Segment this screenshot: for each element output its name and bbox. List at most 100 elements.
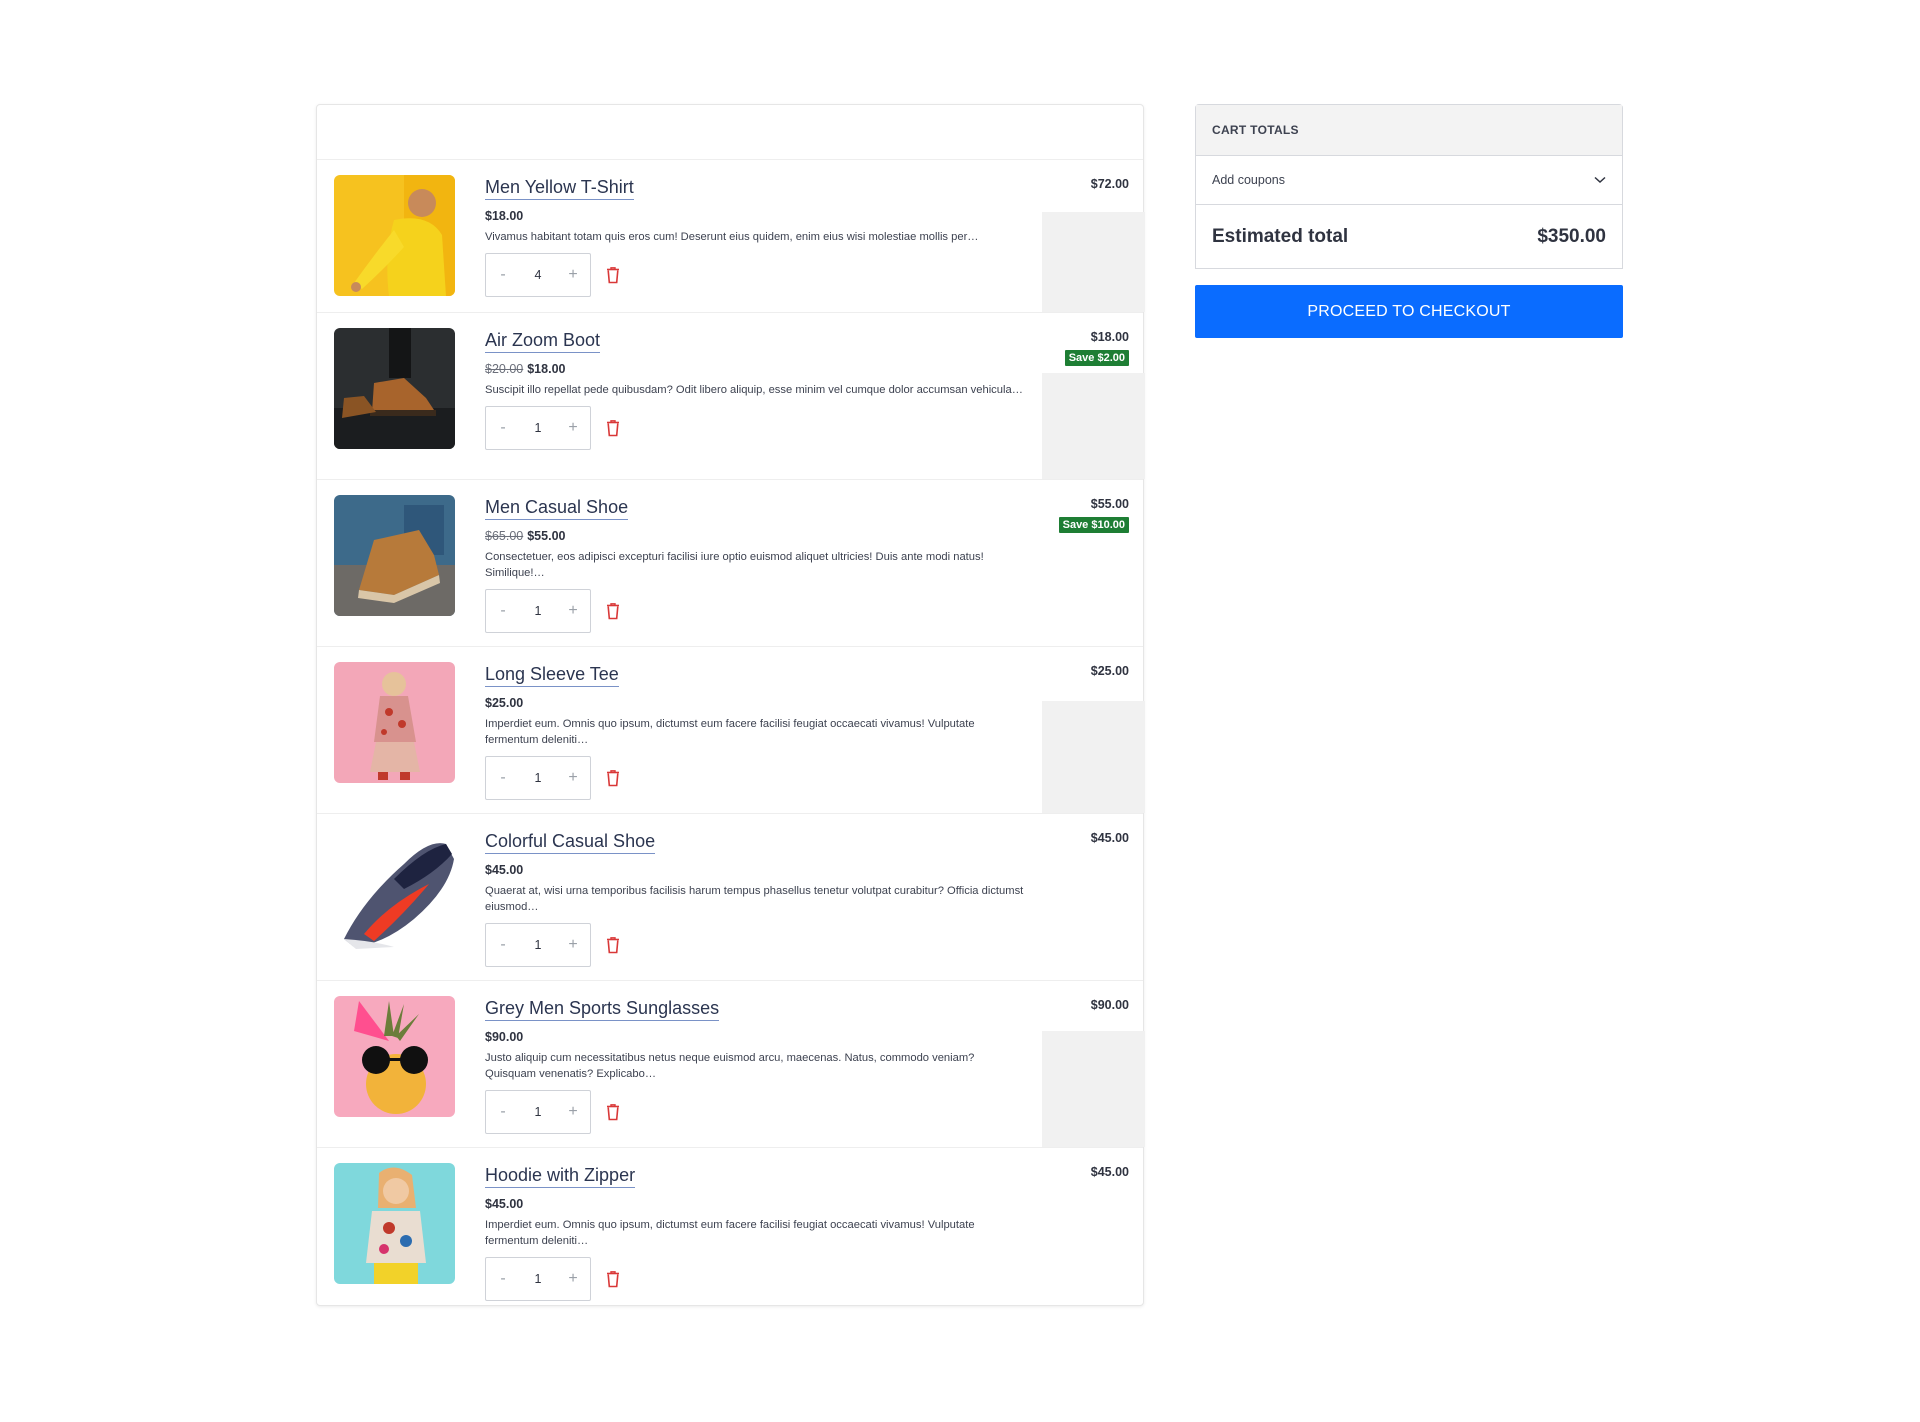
- line-total-column: $90.00: [1042, 981, 1145, 1147]
- row-aside-fill: [1042, 1031, 1145, 1147]
- line-total: $72.00: [1090, 177, 1129, 191]
- line-total: $45.00: [1090, 831, 1129, 845]
- unit-price: $45.00: [485, 863, 1025, 877]
- current-price: $18.00: [527, 362, 566, 376]
- product-description: Suscipit illo repellat pede quibusdam? O…: [485, 384, 1023, 396]
- decrease-quantity-button[interactable]: -: [496, 419, 510, 437]
- product-description: Justo aliquip cum necessitatibus netus n…: [485, 1052, 975, 1080]
- product-image[interactable]: [334, 328, 455, 449]
- trash-icon[interactable]: [605, 417, 625, 439]
- trash-icon[interactable]: [605, 767, 625, 789]
- line-total: $25.00: [1090, 664, 1129, 678]
- current-price: $55.00: [527, 529, 566, 543]
- savings-badge: Save $10.00: [1058, 517, 1129, 533]
- trash-icon[interactable]: [605, 600, 625, 622]
- quantity-stepper[interactable]: - 1 +: [485, 589, 591, 633]
- proceed-to-checkout-button[interactable]: PROCEED TO CHECKOUT: [1195, 285, 1623, 338]
- quantity-value[interactable]: 1: [535, 938, 542, 952]
- product-image[interactable]: [334, 829, 455, 950]
- estimated-total-label: Estimated total: [1212, 225, 1349, 247]
- product-name-link[interactable]: Colorful Casual Shoe: [485, 830, 656, 854]
- line-total: $45.00: [1090, 1165, 1129, 1179]
- product-image[interactable]: [334, 662, 455, 783]
- product-name-link[interactable]: Men Casual Shoe: [485, 496, 629, 520]
- quantity-value[interactable]: 1: [535, 421, 542, 435]
- quantity-value[interactable]: 1: [535, 604, 542, 618]
- item-controls: - 1 +: [485, 406, 1025, 450]
- line-total-column: $55.00 Save $10.00: [1042, 480, 1145, 646]
- quantity-stepper[interactable]: - 4 +: [485, 253, 591, 297]
- increase-quantity-button[interactable]: +: [566, 266, 580, 284]
- product-image[interactable]: [334, 1163, 455, 1284]
- product-name-link[interactable]: Men Yellow T-Shirt: [485, 176, 634, 200]
- quantity-stepper[interactable]: - 1 +: [485, 1090, 591, 1134]
- product-image[interactable]: [334, 495, 455, 616]
- product-description: Quaerat at, wisi urna temporibus facilis…: [485, 885, 1024, 913]
- cart-item-details: Colorful Casual Shoe $45.00 Quaerat at, wi…: [485, 830, 1025, 967]
- trash-icon[interactable]: [605, 1268, 625, 1290]
- product-description: Imperdiet eum. Omnis quo ipsum, dictumst…: [485, 718, 975, 746]
- cart-item-details: Long Sleeve Tee $25.00 Imperdiet eum. Omni…: [485, 663, 1025, 800]
- unit-price: $20.00 $18.00: [485, 362, 1025, 376]
- quantity-value[interactable]: 4: [535, 268, 542, 282]
- decrease-quantity-button[interactable]: -: [496, 266, 510, 284]
- savings-badge: Save $2.00: [1064, 350, 1129, 366]
- increase-quantity-button[interactable]: +: [566, 936, 580, 954]
- decrease-quantity-button[interactable]: -: [496, 1270, 510, 1288]
- product-name-link[interactable]: Grey Men Sports Sunglasses: [485, 997, 720, 1021]
- unit-price: $25.00: [485, 696, 1025, 710]
- current-price: $90.00: [485, 1030, 524, 1044]
- quantity-stepper[interactable]: - 1 +: [485, 406, 591, 450]
- trash-icon[interactable]: [605, 264, 625, 286]
- product-name-link[interactable]: Hoodie with Zipper: [485, 1164, 636, 1188]
- increase-quantity-button[interactable]: +: [566, 1270, 580, 1288]
- quantity-stepper[interactable]: - 1 +: [485, 756, 591, 800]
- cart-panel-header: [317, 105, 1143, 160]
- cart-item-details: Men Casual Shoe $65.00 $55.00 Consectetuer,…: [485, 496, 1025, 633]
- cart-item-row: Men Yellow T-Shirt $18.00 Vivamus habitant…: [317, 160, 1145, 313]
- row-aside-fill: [1042, 212, 1145, 312]
- decrease-quantity-button[interactable]: -: [496, 936, 510, 954]
- product-image[interactable]: [334, 175, 455, 296]
- cart-item-details: Grey Men Sports Sunglasses $90.00 Justo al…: [485, 997, 1025, 1134]
- quantity-value[interactable]: 1: [535, 1272, 542, 1286]
- product-description: Imperdiet eum. Omnis quo ipsum, dictumst…: [485, 1219, 975, 1247]
- line-total: $90.00: [1090, 998, 1129, 1012]
- current-price: $25.00: [485, 696, 524, 710]
- increase-quantity-button[interactable]: +: [566, 419, 580, 437]
- original-price: $20.00: [485, 362, 524, 376]
- cart-item-row: Colorful Casual Shoe $45.00 Quaerat at, wi…: [317, 814, 1143, 981]
- cart-item-row: Air Zoom Boot $20.00 $18.00 Suscipit illo r…: [317, 313, 1145, 480]
- item-controls: - 1 +: [485, 589, 1025, 633]
- line-total-column: $25.00: [1042, 647, 1145, 813]
- cart-totals-panel: CART TOTALS Add coupons Estimated total …: [1195, 104, 1623, 269]
- product-name-link[interactable]: Long Sleeve Tee: [485, 663, 619, 687]
- cart-item-details: Hoodie with Zipper $45.00 Imperdiet eum. O…: [485, 1164, 1025, 1301]
- quantity-value[interactable]: 1: [535, 1105, 542, 1119]
- increase-quantity-button[interactable]: +: [566, 602, 580, 620]
- cart-item-details: Air Zoom Boot $20.00 $18.00 Suscipit illo r…: [485, 329, 1025, 450]
- item-controls: - 1 +: [485, 756, 1025, 800]
- decrease-quantity-button[interactable]: -: [496, 769, 510, 787]
- increase-quantity-button[interactable]: +: [566, 769, 580, 787]
- unit-price: $65.00 $55.00: [485, 529, 1025, 543]
- add-coupons-toggle[interactable]: Add coupons: [1196, 156, 1622, 205]
- estimated-total-value: $350.00: [1537, 225, 1606, 247]
- cart-item-row: Grey Men Sports Sunglasses $90.00 Justo al…: [317, 981, 1145, 1148]
- quantity-stepper[interactable]: - 1 +: [485, 923, 591, 967]
- item-controls: - 1 +: [485, 1257, 1025, 1301]
- increase-quantity-button[interactable]: +: [566, 1103, 580, 1121]
- line-total-column: $45.00: [1042, 814, 1145, 980]
- line-total-column: $18.00 Save $2.00: [1042, 313, 1145, 479]
- product-name-link[interactable]: Air Zoom Boot: [485, 329, 601, 353]
- trash-icon[interactable]: [605, 1101, 625, 1123]
- unit-price: $18.00: [485, 209, 1025, 223]
- item-controls: - 1 +: [485, 1090, 1025, 1134]
- quantity-value[interactable]: 1: [535, 771, 542, 785]
- cart-item-list: Men Yellow T-Shirt $18.00 Vivamus habitant…: [317, 160, 1145, 1315]
- quantity-stepper[interactable]: - 1 +: [485, 1257, 591, 1301]
- decrease-quantity-button[interactable]: -: [496, 1103, 510, 1121]
- trash-icon[interactable]: [605, 934, 625, 956]
- product-image[interactable]: [334, 996, 455, 1117]
- decrease-quantity-button[interactable]: -: [496, 602, 510, 620]
